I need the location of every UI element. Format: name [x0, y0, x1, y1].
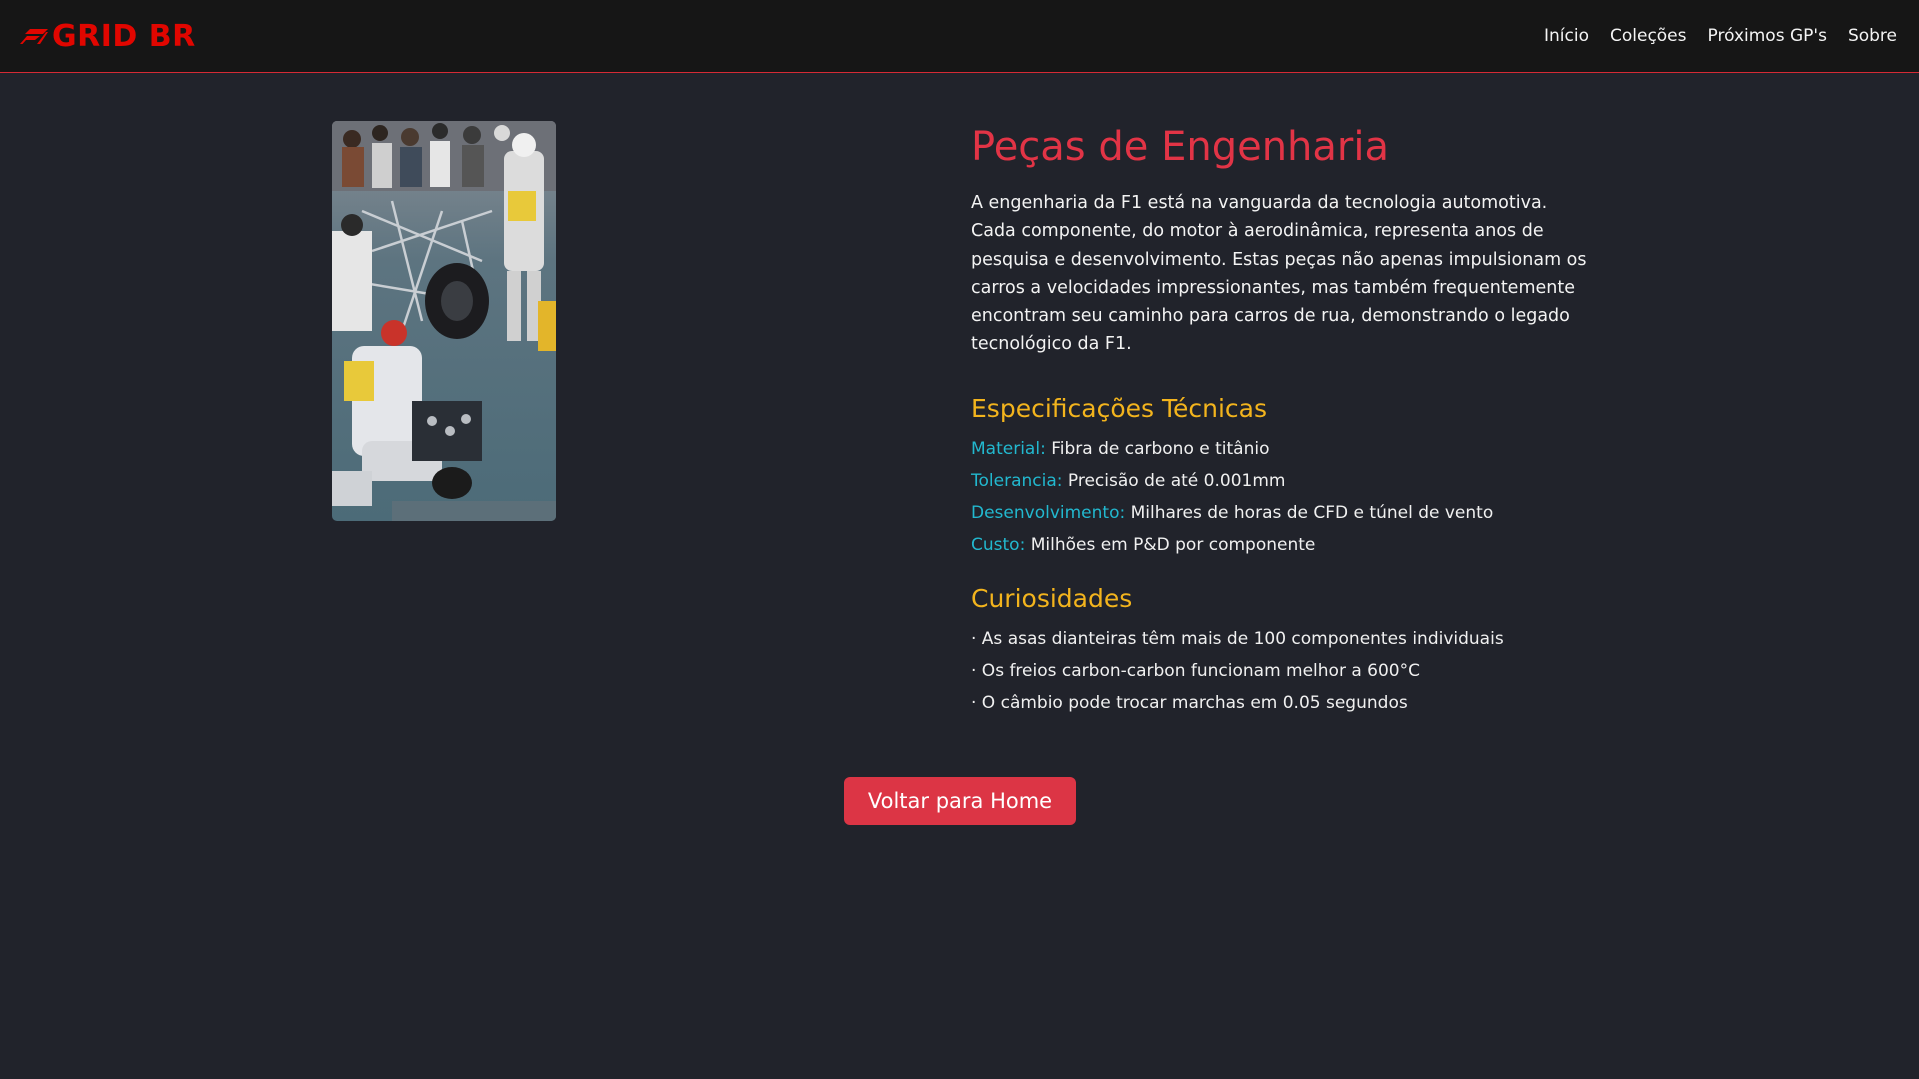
spec-value: Fibra de carbono e titânio: [1045, 438, 1270, 459]
nav-link-sobre[interactable]: Sobre: [1848, 26, 1897, 46]
list-item: · Os freios carbon-carbon funcionam melh…: [971, 660, 1420, 681]
spec-value: Milhões em P&D por componente: [1025, 534, 1316, 555]
f1-logo-icon: [20, 29, 48, 44]
detail-panel: Peças de Engenharia A engenharia da F1 e…: [971, 121, 1591, 719]
spec-key: Material:: [971, 438, 1046, 459]
spec-key: Custo:: [971, 534, 1026, 555]
description-text: A engenharia da F1 está na vanguarda da …: [971, 193, 1587, 355]
nav-links: Início Coleções Próximos GP's Sobre: [1544, 26, 1897, 46]
list-item: · O câmbio pode trocar marchas em 0.05 s…: [971, 692, 1408, 713]
spec-row-desenvolvimento: Desenvolvimento: Milhares de horas de CF…: [971, 497, 1591, 529]
list-item: · As asas dianteiras têm mais de 100 com…: [971, 628, 1504, 649]
spec-row-tolerancia: Tolerancia: Precisão de até 0.001mm: [971, 465, 1591, 497]
spec-key: Desenvolvimento:: [971, 502, 1126, 523]
spec-row-custo: Custo: Milhões em P&D por componente: [971, 529, 1591, 561]
navbar: GRID BR Início Coleções Próximos GP's So…: [0, 0, 1919, 73]
nav-link-inicio[interactable]: Início: [1544, 26, 1589, 46]
nav-link-colecoes[interactable]: Coleções: [1610, 26, 1687, 46]
specs-heading: Especificações Técnicas: [971, 393, 1267, 423]
spec-value: Precisão de até 0.001mm: [1062, 470, 1286, 491]
nav-link-proximos-gps[interactable]: Próximos GP's: [1708, 26, 1827, 46]
specs-list: Material: Fibra de carbono e titânio Tol…: [971, 433, 1591, 561]
curiosities-list: · As asas dianteiras têm mais de 100 com…: [971, 623, 1591, 719]
back-home-button[interactable]: Voltar para Home: [844, 777, 1076, 825]
brand-logo[interactable]: GRID BR: [16, 19, 196, 54]
spec-row-material: Material: Fibra de carbono e titânio: [971, 433, 1591, 465]
curiosities-heading: Curiosidades: [971, 583, 1133, 613]
pit-crew-photo: [332, 121, 556, 521]
spec-key: Tolerancia:: [971, 470, 1063, 491]
brand-text: GRID BR: [52, 18, 196, 54]
pit-crew-illustration-icon: [332, 121, 556, 521]
page-title: Peças de Engenharia: [971, 124, 1389, 170]
spec-value: Milhares de horas de CFD e túnel de vent…: [1125, 502, 1494, 523]
